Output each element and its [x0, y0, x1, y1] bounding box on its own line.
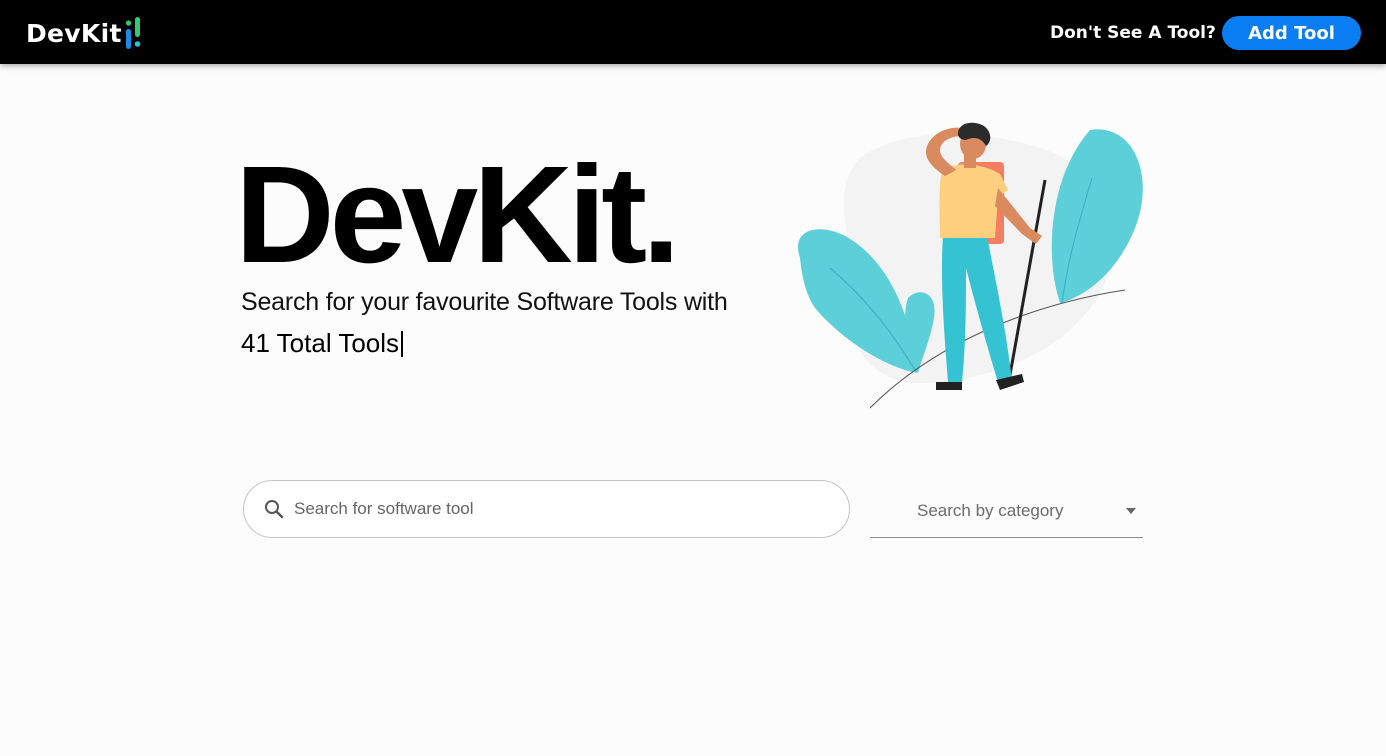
chevron-down-icon: [1126, 508, 1136, 514]
search-box[interactable]: [243, 480, 850, 538]
logo-text: DevKit: [26, 18, 122, 48]
category-select[interactable]: Search by category: [870, 484, 1143, 538]
missing-tool-prompt: Don't See A Tool?: [1050, 23, 1216, 43]
top-navbar: DevKit Don't See A Tool? Add Tool: [0, 0, 1386, 64]
hero-subtitle: Search for your favourite Software Tools…: [241, 288, 728, 316]
category-select-label: Search by category: [917, 500, 1064, 520]
tool-count-text: 41 Total Tools: [241, 328, 400, 358]
tool-count: 41 Total Tools: [241, 328, 404, 359]
site-logo[interactable]: DevKit: [26, 14, 143, 52]
devkit-logo-mark-icon: [125, 17, 143, 49]
search-icon: [265, 500, 284, 519]
add-tool-button[interactable]: Add Tool: [1222, 16, 1361, 50]
hiker-illustration: [798, 122, 1143, 409]
search-input[interactable]: [294, 494, 814, 524]
hero-title: DevKit.: [235, 138, 680, 292]
typing-cursor: [401, 330, 404, 357]
